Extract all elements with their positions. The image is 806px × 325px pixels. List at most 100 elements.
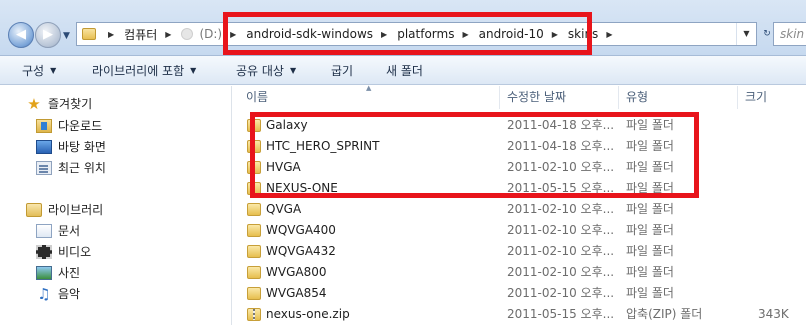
file-size: 343K (758, 307, 789, 321)
column-header-date[interactable]: 수정한 날짜 (507, 86, 617, 109)
file-row[interactable]: nexus-one.zip 2011-05-15 오후... 압축(ZIP) 폴더 3… (232, 304, 806, 325)
file-type: 파일 폴더 (626, 160, 674, 174)
file-row[interactable]: HVGA 2011-02-10 오후... 파일 폴더 (232, 157, 806, 178)
drive-icon (181, 28, 194, 40)
file-row[interactable]: HTC_HERO_SPRINT 2011-04-18 오후... 파일 폴더 (232, 136, 806, 157)
search-input[interactable]: skin (773, 22, 806, 46)
breadcrumb-android-10[interactable]: android-10 ▶ (479, 27, 568, 41)
pictures-icon (36, 265, 52, 280)
documents-icon (36, 223, 52, 238)
folder-icon (247, 266, 261, 279)
column-header-name[interactable]: 이름 (246, 86, 498, 109)
column-divider[interactable] (499, 86, 500, 109)
chevron-right-icon[interactable]: ▶ (230, 30, 236, 39)
command-toolbar: 구성 ▼ 라이브러리에 포함 ▼ 공유 대상 ▼ 굽기 새 폴더 (0, 56, 806, 85)
music-icon: ♫ (37, 284, 51, 303)
nav-item-documents[interactable]: 문서 (36, 222, 80, 239)
desktop-icon (36, 139, 52, 154)
breadcrumb-label: android-10 (478, 27, 544, 41)
column-header-label: 유형 (626, 90, 649, 104)
burn-button[interactable]: 굽기 (331, 62, 353, 79)
chevron-right-icon[interactable]: ▶ (462, 30, 468, 39)
file-row[interactable]: WVGA854 2011-02-10 오후... 파일 폴더 (232, 283, 806, 304)
column-header-size[interactable]: 크기 (745, 86, 805, 109)
address-history-dropdown[interactable]: ▼ (736, 23, 756, 45)
column-divider[interactable] (618, 86, 619, 109)
file-row[interactable]: NEXUS-ONE 2011-05-15 오후... 파일 폴더 (232, 178, 806, 199)
address-path-box[interactable]: ▶ 컴퓨터 ▶ (D:) ▶ android-sdk-windows ▶ pla… (76, 22, 757, 46)
share-with-button[interactable]: 공유 대상 ▼ (236, 62, 296, 79)
chevron-right-icon: ▶ (108, 29, 115, 39)
file-date: 2011-02-10 오후... (507, 286, 615, 300)
nav-libraries[interactable]: 라이브러리 (26, 201, 103, 218)
breadcrumb-computer[interactable]: 컴퓨터 ▶ (124, 26, 181, 43)
file-date: 2011-04-18 오후... (507, 118, 615, 132)
nav-item-videos[interactable]: 비디오 (36, 243, 91, 260)
file-name: QVGA (266, 202, 302, 216)
folder-icon (247, 140, 261, 153)
nav-item-label: 최근 위치 (58, 161, 106, 175)
zip-folder-icon (247, 308, 261, 321)
breadcrumb-platforms[interactable]: platforms ▶ (397, 27, 478, 41)
new-folder-label: 새 폴더 (386, 63, 423, 78)
chevron-right-icon[interactable]: ▶ (606, 30, 612, 39)
file-type: 파일 폴더 (626, 139, 674, 153)
forward-button[interactable]: ▶ (35, 22, 61, 48)
file-date: 2011-02-10 오후... (507, 223, 615, 237)
file-name: WQVGA400 (266, 223, 336, 237)
nav-favorites[interactable]: ★ 즐겨찾기 (26, 95, 92, 112)
file-date: 2011-05-15 오후... (507, 181, 615, 195)
file-row[interactable]: WQVGA400 2011-02-10 오후... 파일 폴더 (232, 220, 806, 241)
nav-item-label: 문서 (58, 224, 81, 238)
file-date: 2011-04-18 오후... (507, 139, 615, 153)
file-row[interactable]: QVGA 2011-02-10 오후... 파일 폴더 (232, 199, 806, 220)
chevron-down-icon: ▼ (289, 65, 297, 75)
forward-arrow-icon: ▶ (43, 27, 53, 42)
star-icon: ★ (27, 94, 41, 113)
chevron-right-icon[interactable]: ▶ (165, 30, 171, 39)
chevron-right-icon[interactable]: ▶ (381, 30, 387, 39)
share-with-label: 공유 대상 (236, 63, 284, 78)
include-in-library-button[interactable]: 라이브러리에 포함 ▼ (92, 62, 196, 79)
back-arrow-icon: ◀ (16, 27, 26, 42)
videos-icon (36, 244, 52, 259)
breadcrumb-skins[interactable]: skins ▶ (568, 27, 623, 41)
breadcrumb-android-sdk-windows[interactable]: android-sdk-windows ▶ (246, 27, 397, 41)
file-row[interactable]: WQVGA432 2011-02-10 오후... 파일 폴더 (232, 241, 806, 262)
recent-pages-dropdown[interactable]: ▼ (63, 31, 70, 41)
breadcrumb-label: platforms (397, 27, 455, 41)
file-name: Galaxy (266, 118, 308, 132)
file-name: HTC_HERO_SPRINT (266, 139, 380, 153)
breadcrumb-drive-d[interactable]: (D:) ▶ (181, 27, 246, 41)
nav-item-music[interactable]: ♫ 음악 (36, 285, 80, 302)
new-folder-button[interactable]: 새 폴더 (386, 62, 423, 79)
include-in-library-label: 라이브러리에 포함 (92, 63, 185, 78)
column-divider[interactable] (737, 86, 738, 109)
file-name: nexus-one.zip (266, 307, 350, 321)
nav-item-desktop[interactable]: 바탕 화면 (36, 138, 106, 155)
file-name: HVGA (266, 160, 301, 174)
file-type: 파일 폴더 (626, 223, 674, 237)
nav-item-downloads[interactable]: 다운로드 (36, 117, 102, 134)
refresh-icon: ↻ (763, 29, 771, 39)
nav-item-pictures[interactable]: 사진 (36, 264, 80, 281)
breadcrumb-sep-root[interactable]: ▶ (100, 30, 124, 39)
file-type: 파일 폴더 (626, 118, 674, 132)
chevron-right-icon[interactable]: ▶ (552, 30, 558, 39)
file-date: 2011-05-15 오후... (507, 307, 615, 321)
back-button[interactable]: ◀ (8, 22, 34, 48)
folder-icon (82, 28, 96, 40)
file-row[interactable]: WVGA800 2011-02-10 오후... 파일 폴더 (232, 262, 806, 283)
recent-places-icon (36, 160, 52, 175)
file-row[interactable]: Galaxy 2011-04-18 오후... 파일 폴더 (232, 115, 806, 136)
library-icon (26, 202, 42, 217)
nav-item-recent-places[interactable]: 최근 위치 (36, 159, 106, 176)
file-type: 파일 폴더 (626, 286, 674, 300)
refresh-button[interactable]: ↻ (760, 22, 774, 46)
organize-button[interactable]: 구성 ▼ (22, 62, 56, 79)
file-date: 2011-02-10 오후... (507, 202, 615, 216)
column-header-type[interactable]: 유형 (626, 86, 736, 109)
file-type: 파일 폴더 (626, 181, 674, 195)
burn-label: 굽기 (331, 63, 354, 78)
column-header-label: 수정한 날짜 (507, 90, 567, 104)
